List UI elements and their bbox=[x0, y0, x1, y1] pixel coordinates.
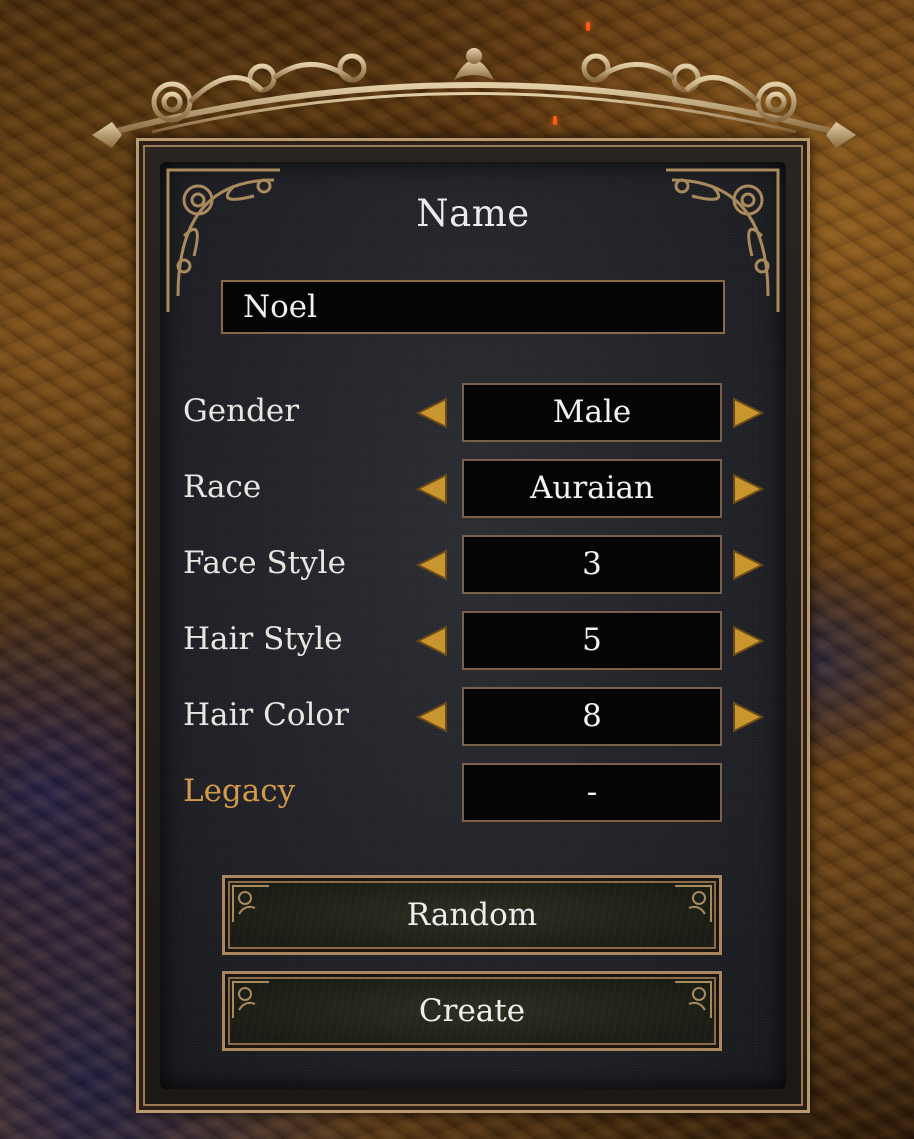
gender-value: Male bbox=[462, 383, 722, 442]
gender-next-arrow-icon[interactable] bbox=[732, 397, 764, 429]
name-title: Name bbox=[416, 192, 530, 235]
hair-style-value: 5 bbox=[462, 611, 722, 670]
face-style-value: 3 bbox=[462, 535, 722, 594]
legacy-value: - bbox=[462, 763, 722, 822]
hair-style-next-arrow-icon[interactable] bbox=[732, 625, 764, 657]
race-next-arrow-icon[interactable] bbox=[732, 473, 764, 505]
race-value: Auraian bbox=[462, 459, 722, 518]
face-style-label: Face Style bbox=[183, 545, 346, 581]
ember-decoration bbox=[586, 22, 590, 31]
ornamental-crest bbox=[92, 48, 856, 148]
random-button-label: Random bbox=[406, 897, 538, 933]
gender-label: Gender bbox=[183, 393, 300, 429]
hair-color-next-arrow-icon[interactable] bbox=[732, 701, 764, 733]
face-style-prev-arrow-icon[interactable] bbox=[416, 549, 448, 581]
button-corner-ornament bbox=[232, 981, 269, 1018]
create-button[interactable]: Create bbox=[222, 971, 722, 1051]
hair-color-label: Hair Color bbox=[183, 697, 349, 733]
button-corner-ornament bbox=[232, 885, 269, 922]
hair-color-value: 8 bbox=[462, 687, 722, 746]
face-style-next-arrow-icon[interactable] bbox=[732, 549, 764, 581]
gender-prev-arrow-icon[interactable] bbox=[416, 397, 448, 429]
random-button[interactable]: Random bbox=[222, 875, 722, 955]
race-label: Race bbox=[183, 469, 262, 505]
hair-style-label: Hair Style bbox=[183, 621, 343, 657]
legacy-label: Legacy bbox=[183, 773, 296, 809]
button-corner-ornament bbox=[675, 981, 712, 1018]
race-prev-arrow-icon[interactable] bbox=[416, 473, 448, 505]
name-input[interactable] bbox=[221, 280, 725, 334]
button-corner-ornament bbox=[675, 885, 712, 922]
create-button-label: Create bbox=[418, 993, 526, 1029]
hair-color-prev-arrow-icon[interactable] bbox=[416, 701, 448, 733]
hair-style-prev-arrow-icon[interactable] bbox=[416, 625, 448, 657]
